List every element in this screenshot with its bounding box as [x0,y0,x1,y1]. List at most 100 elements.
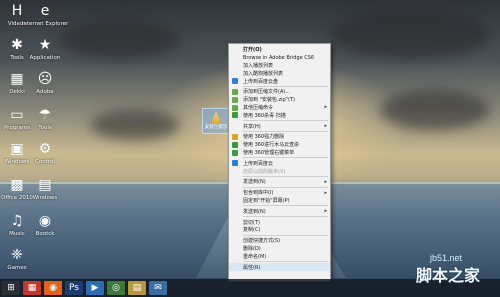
adobe-icon: ☹ [37,71,53,87]
windows2-icon: ▤ [38,177,52,193]
games-icon: ❈ [11,247,23,263]
folder-icon[interactable]: ▤ [128,281,146,295]
context-menu-item: 还原以前的版本(V) [229,167,330,175]
context-menu-item[interactable]: Browse in Adobe Bridge CS6 [229,54,330,62]
desktop-shortcut[interactable]: ◉ Bootck [30,212,60,237]
menu-item-label: 复制(C) [243,227,261,234]
desktop-shortcut-label: Internet Explorer [21,21,69,27]
context-menu-item[interactable]: 加入酷狗播放列表 [229,69,330,77]
context-menu-item[interactable]: 上传到百度云 [229,159,330,167]
menu-item-label: 打开(O) [243,47,262,54]
context-menu-item[interactable]: 包含到库中(I) ▸ [229,189,330,197]
menu-item-label: 上传到百度云盘 [243,78,279,85]
watermark-name: 脚本之家 [416,266,481,285]
office-icon: ▩ [10,177,24,193]
menu-item-icon [232,104,238,111]
context-menu-item[interactable]: 使用 360管理右键菜单 [229,149,330,157]
context-menu-item[interactable]: 加入播放列表 [229,62,330,70]
menu-separator [243,234,328,236]
desktop-shortcut[interactable]: ▦ Dekki [2,70,32,95]
menu-separator [243,205,328,207]
menu-item-label: 发送到(N) [243,208,266,215]
desktop-shortcut-label: Dekki [9,89,25,95]
desktop-shortcut-label: Games [7,265,27,271]
desktop-shortcut[interactable]: ☹ Adobe [30,70,60,95]
context-menu-item[interactable]: 添加到压缩文件(A)... [229,88,330,96]
context-menu-item[interactable]: 上传到百度云盘 [229,77,330,85]
menu-separator [243,120,328,122]
menu-item-label: 包含到库中(I) [243,190,274,197]
photoshop-icon[interactable]: Ps [65,281,83,295]
context-menu-item[interactable]: 发送到(N) ▸ [229,178,330,186]
desktop-shortcut[interactable]: ▭ Programs [2,106,32,131]
programs-icon: ▭ [10,107,24,123]
desktop-shortcut-label: Adobe [36,89,54,95]
control-icon: ⚙ [38,141,52,157]
context-menu-item[interactable]: 重命名(M) [229,252,330,260]
menu-item-label: 添加到 "安装包.zip"(T) [243,97,295,104]
desktop-shortcut[interactable]: ☂ Tools [30,106,60,131]
menu-item-label: 使用 360杀毒 扫描 [243,112,286,119]
desktop-shortcut[interactable]: ♫ Music [2,212,32,237]
file-thumbnail-icon [211,111,221,124]
desktop-shortcut-label: Control [35,159,55,165]
context-menu-item[interactable]: 其他压缩命令 ▸ [229,104,330,112]
wallpaper-cloud [380,90,490,130]
menu-item-label: 使用 360管理右键菜单 [243,149,295,156]
context-menu-item[interactable]: 打开(O) [229,46,330,54]
desktop-shortcut[interactable]: ❈ Games [2,246,32,271]
desktop-shortcut-label: Windows [4,159,30,165]
menu-item-label: 加入酷狗播放列表 [243,70,284,77]
menu-item-icon [232,133,238,140]
context-menu-item[interactable]: 删除(D) [229,245,330,253]
context-menu-item[interactable]: 共享(H) ▸ [229,122,330,130]
menu-item-icon [232,88,238,95]
desktop-shortcut[interactable]: ★ Application [30,36,61,61]
desktop-shortcut[interactable]: ⚙ Control [30,140,60,165]
menu-item-icon [232,96,238,103]
firefox-icon[interactable]: ◉ [44,281,62,295]
context-menu-item[interactable]: 使用 360杀毒 扫描 [229,111,330,119]
desktop-shortcut-label: Tools [38,125,52,131]
menu-item-icon [232,78,238,85]
desktop-shortcut-label: Windows [32,195,58,201]
desktop-shortcut[interactable]: ▩ Office 2010 [1,176,33,201]
dekki-icon: ▦ [10,71,24,87]
context-menu-item[interactable]: 使用 360强力删除 [229,133,330,141]
video-icon[interactable]: ▶ [86,281,104,295]
menu-item-icon [232,160,238,167]
menu-separator [243,130,328,132]
context-menu-item[interactable]: 属性(R) [229,263,330,271]
start-icon[interactable]: ⊞ [2,281,20,295]
context-menu-item[interactable]: 添加到 "安装包.zip"(T) [229,96,330,104]
music-icon: ♫ [10,213,24,229]
menu-separator [243,85,328,87]
menu-item-label: 固定到"开始"屏幕(P) [243,197,290,204]
mail-icon[interactable]: ✉ [149,281,167,295]
menu-item-label: 其他压缩命令 [243,104,274,111]
bootck-icon: ◉ [38,213,52,229]
menu-item-icon [232,141,238,148]
context-menu-item[interactable]: 创建快捷方式(S) [229,237,330,245]
wallpaper-cloud [330,10,490,60]
context-menu-item[interactable]: 固定到"开始"屏幕(P) [229,197,330,205]
desktop-shortcut-label: Music [9,231,25,237]
menu-item-label: 加入播放列表 [243,62,274,69]
windows-logo-icon[interactable]: ▦ [23,281,41,295]
menu-item-label: 上传到百度云 [243,160,274,167]
desktop-shortcut[interactable]: ▤ Windows [30,176,60,201]
desktop-shortcut[interactable]: ✱ Tools [2,36,32,61]
desktop-shortcut[interactable]: e Internet Explorer [22,2,69,27]
submenu-arrow-icon: ▸ [324,208,327,215]
submenu-arrow-icon: ▸ [324,123,327,130]
menu-item-label: 重命名(M) [243,253,267,260]
desktop-shortcut[interactable]: ▣ Windows [2,140,32,165]
context-menu-item[interactable]: 发送到(N) ▸ [229,207,330,215]
browser-icon[interactable]: ◎ [107,281,125,295]
context-menu-item[interactable]: 剪切(T) [229,218,330,226]
menu-separator [243,216,328,218]
context-menu-item[interactable]: 使用 360进行木马云查杀 [229,141,330,149]
selected-file-icon[interactable]: 安装包提示 [202,108,230,134]
context-menu-item[interactable]: 复制(C) [229,226,330,234]
menu-item-label: 还原以前的版本(V) [243,168,286,175]
